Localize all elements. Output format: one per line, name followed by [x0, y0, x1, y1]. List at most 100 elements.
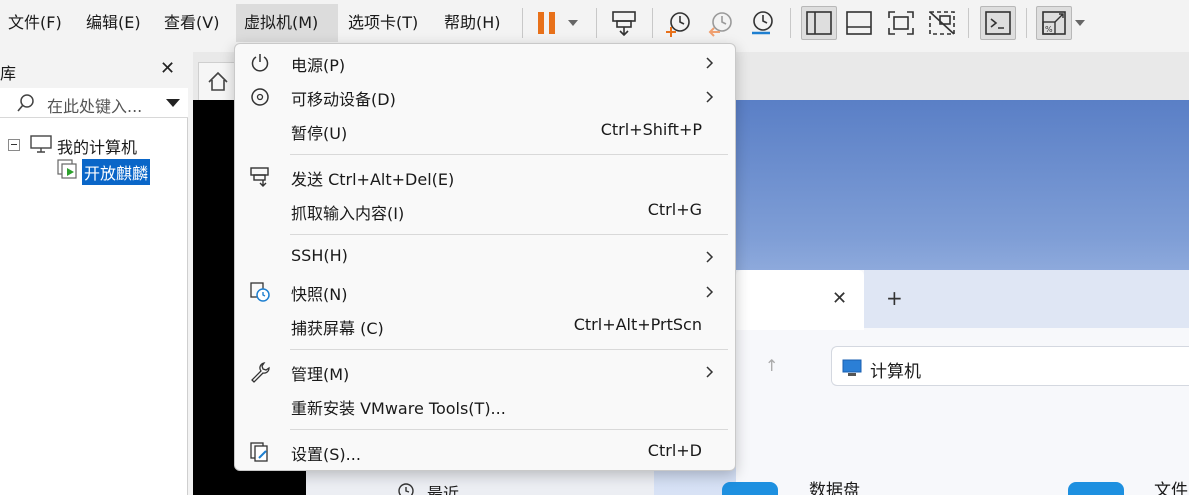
send-ctrl-alt-del-button[interactable] — [608, 6, 642, 40]
vm-menu-pause-label: 暂停(U) — [291, 124, 348, 143]
library-close-button[interactable]: ✕ — [160, 58, 175, 79]
library-view-icon — [806, 11, 832, 35]
send-ctrl-alt-del-icon — [612, 11, 636, 37]
vm-menu-pause-shortcut: Ctrl+Shift+P — [600, 120, 702, 139]
vm-menu-power[interactable]: 电源(P) — [235, 46, 735, 80]
console-view-button[interactable] — [980, 6, 1016, 40]
menu-separator — [290, 349, 728, 350]
guest-fm-up-button[interactable]: ↑ — [765, 356, 778, 375]
vm-menu-grab-input-label: 抓取输入内容(I) — [291, 204, 405, 223]
vm-menu-snapshot-label: 快照(N) — [291, 285, 348, 304]
guest-fm-sidebar — [306, 470, 654, 495]
snapshot-take-icon — [666, 12, 690, 37]
search-dropdown-icon[interactable] — [166, 99, 180, 107]
toolbar-separator — [652, 8, 653, 38]
home-tab[interactable] — [198, 62, 238, 100]
stretch-button[interactable]: % — [1036, 6, 1072, 40]
vm-menu-send-ctrl-alt-del-label: 发送 Ctrl+Alt+Del(E) — [291, 170, 455, 189]
menu-tabs[interactable]: 选项卡(T) — [340, 4, 426, 42]
vm-menu-capture-screen-label: 捕获屏幕 (C) — [291, 319, 384, 338]
vm-menu-settings[interactable]: 设置(S)... Ctrl+D — [235, 435, 735, 469]
toolbar-separator — [596, 8, 597, 38]
guest-fm-drive-files[interactable]: 文件 — [1154, 476, 1188, 495]
menubar: 文件(F) 编辑(E) 查看(V) 虚拟机(M) 选项卡(T) 帮助(H) % — [0, 0, 1189, 46]
guest-fm-close-tab-button[interactable]: ✕ — [832, 288, 847, 309]
monitor-icon — [842, 359, 862, 376]
vm-menu-pause[interactable]: 暂停(U) Ctrl+Shift+P — [235, 114, 735, 148]
library-header: 库 ✕ — [0, 52, 188, 88]
vm-menu-settings-shortcut: Ctrl+D — [647, 441, 702, 460]
menu-edit[interactable]: 编辑(E) — [78, 4, 149, 42]
clock-icon — [398, 483, 414, 495]
chevron-right-icon — [706, 91, 714, 103]
vm-menu-settings-label: 设置(S)... — [291, 445, 361, 464]
search-icon — [17, 94, 34, 112]
guest-fm-new-tab-button[interactable]: + — [886, 286, 903, 310]
thumbnail-bar-button[interactable] — [842, 6, 876, 40]
chevron-right-icon — [706, 286, 714, 298]
snapshot-manager-icon — [752, 11, 773, 35]
stretch-dropdown-button[interactable] — [1072, 6, 1088, 40]
tree-item-my-computer[interactable]: 我的计算机 — [57, 134, 137, 158]
snapshot-revert-icon — [708, 12, 732, 37]
vm-menu-reinstall-tools[interactable]: 重新安装 VMware Tools(T)... — [235, 389, 735, 423]
pause-button[interactable] — [532, 6, 588, 40]
library-search-box[interactable]: 在此处键入... — [0, 88, 188, 118]
snapshot-icon — [250, 282, 270, 302]
vm-menu-capture-screen[interactable]: 捕获屏幕 (C) Ctrl+Alt+PrtScn — [235, 309, 735, 343]
vm-menu-manage[interactable]: 管理(M) — [235, 355, 735, 389]
tree-item-vm[interactable]: 开放麒麟 — [82, 159, 151, 185]
drive-icon — [722, 482, 778, 495]
tree-collapse-toggle[interactable] — [8, 139, 20, 151]
chevron-right-icon — [706, 366, 714, 378]
wrench-icon — [251, 362, 270, 383]
vm-menu-capture-screen-shortcut: Ctrl+Alt+PrtScn — [573, 315, 702, 334]
revert-snapshot-button[interactable] — [704, 6, 738, 40]
vm-running-icon — [57, 159, 77, 179]
vm-menu-dropdown: 电源(P) 可移动设备(D) 暂停(U) Ctrl+Shift+P 发送 Ctr… — [234, 43, 736, 471]
menu-separator — [290, 234, 728, 235]
removable-device-icon — [251, 88, 269, 106]
menu-vm[interactable]: 虚拟机(M) — [236, 4, 338, 42]
menu-help[interactable]: 帮助(H) — [436, 4, 509, 42]
fullscreen-button[interactable] — [884, 6, 918, 40]
thumbnail-bar-icon — [846, 11, 872, 35]
stretch-icon: % — [1042, 11, 1066, 35]
guest-fm-sidebar-recent[interactable]: 最近 — [427, 480, 459, 495]
computer-icon — [30, 135, 52, 153]
console-icon — [985, 11, 1011, 35]
vm-menu-ssh[interactable]: SSH(H) — [235, 240, 735, 274]
library-view-button[interactable] — [801, 6, 837, 40]
chevron-down-icon — [1075, 20, 1085, 26]
menu-separator — [290, 429, 728, 430]
take-snapshot-button[interactable] — [662, 6, 696, 40]
settings-icon — [250, 442, 268, 462]
vm-menu-grab-input-shortcut: Ctrl+G — [647, 200, 702, 219]
library-search-input[interactable]: 在此处键入... — [47, 93, 142, 117]
unity-icon — [929, 11, 955, 35]
fullscreen-icon — [888, 11, 914, 35]
snapshot-manager-button[interactable] — [746, 6, 780, 40]
vm-menu-snapshot[interactable]: 快照(N) — [235, 275, 735, 309]
vm-menu-removable-devices-label: 可移动设备(D) — [291, 90, 396, 109]
pause-icon — [538, 12, 578, 34]
unity-button[interactable] — [925, 6, 959, 40]
vm-menu-ssh-label: SSH(H) — [291, 246, 348, 265]
power-icon — [251, 54, 269, 72]
toolbar-separator — [790, 8, 791, 38]
drive-icon — [1068, 482, 1124, 495]
toolbar-separator — [1026, 8, 1027, 38]
menu-file[interactable]: 文件(F) — [0, 4, 70, 42]
vm-menu-removable-devices[interactable]: 可移动设备(D) — [235, 80, 735, 114]
guest-fm-drive-data[interactable]: 数据盘 — [809, 476, 860, 495]
menu-separator — [290, 154, 728, 155]
menu-view[interactable]: 查看(V) — [156, 4, 227, 42]
vm-menu-power-label: 电源(P) — [291, 56, 346, 75]
guest-fm-tabbar — [864, 270, 1189, 328]
vm-menu-grab-input[interactable]: 抓取输入内容(I) Ctrl+G — [235, 194, 735, 228]
chevron-right-icon — [706, 57, 714, 69]
vm-menu-send-ctrl-alt-del[interactable]: 发送 Ctrl+Alt+Del(E) — [235, 160, 735, 194]
library-title: 库 — [0, 64, 17, 83]
home-icon — [208, 71, 228, 91]
vm-menu-manage-label: 管理(M) — [291, 365, 350, 384]
